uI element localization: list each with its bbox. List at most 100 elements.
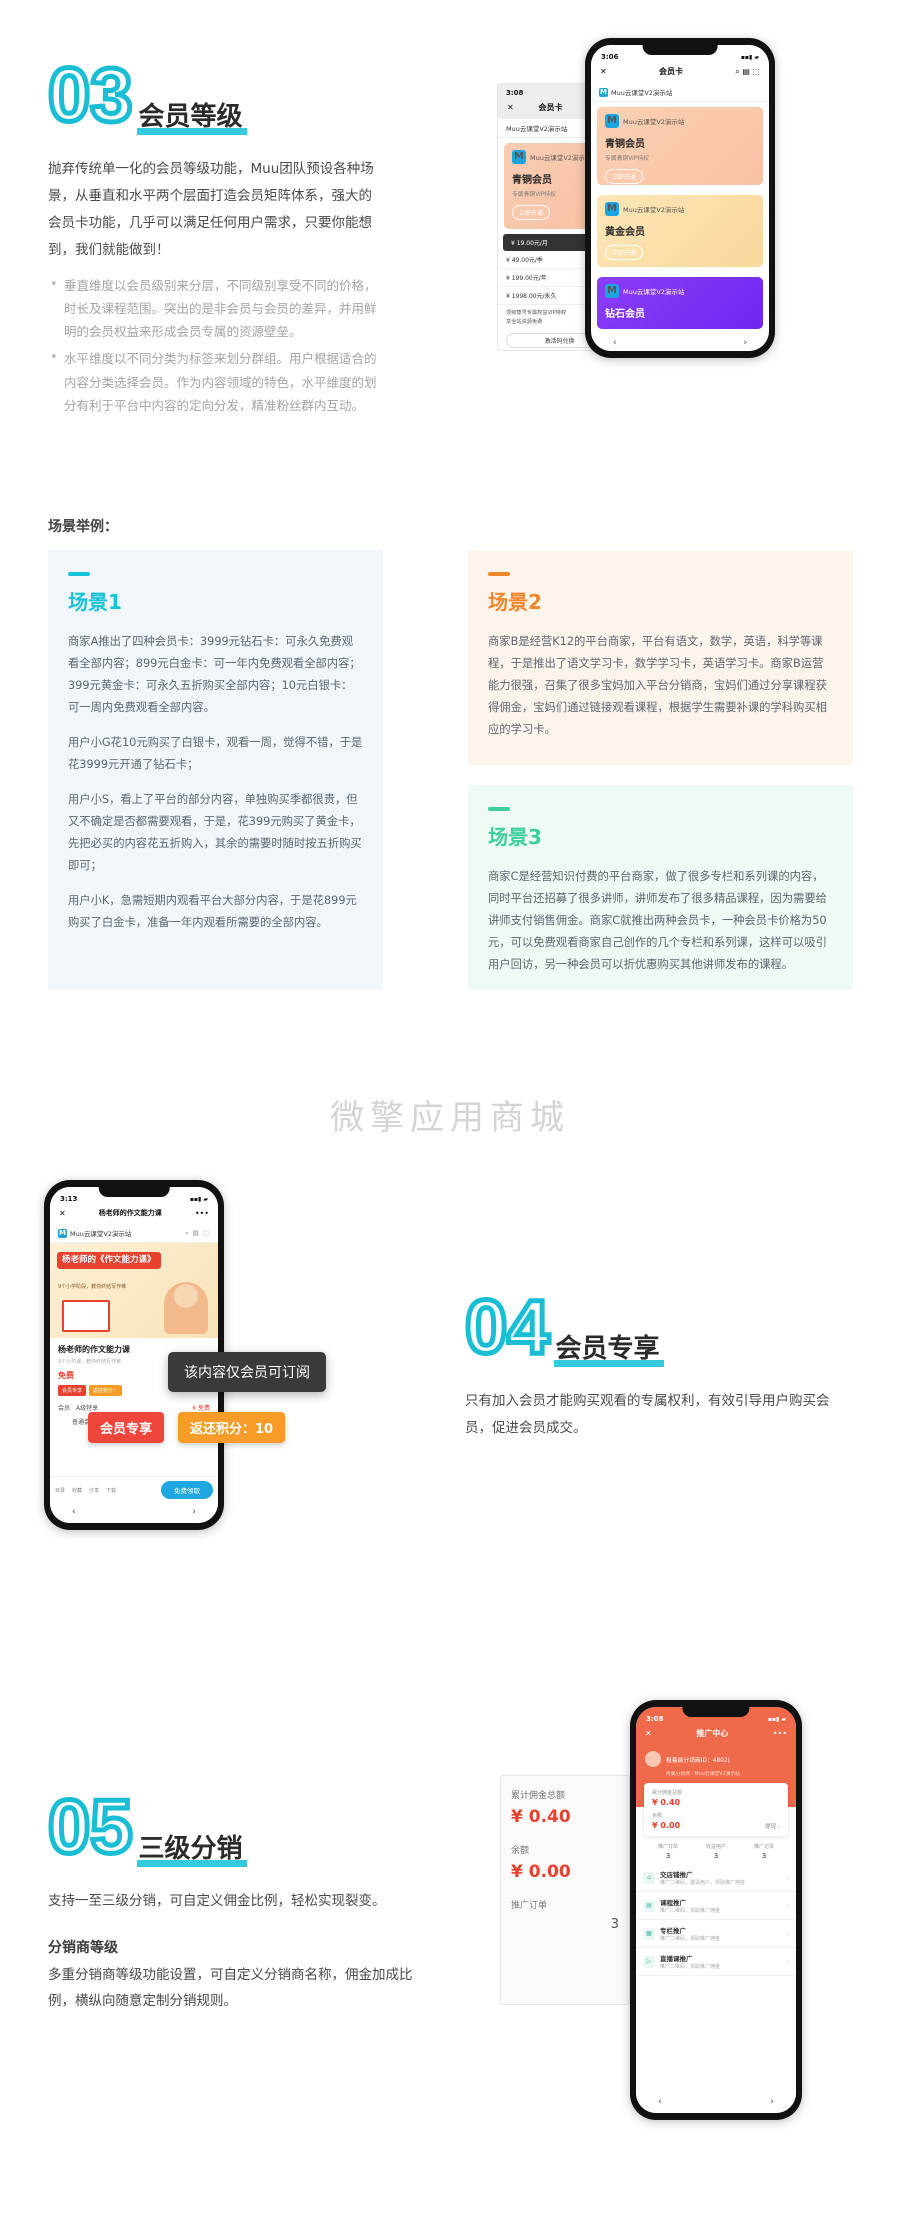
section-03: 03 会员等级 抛弃传统单一化的会员等级功能，Muu团队预设各种场景，从垂直和水… [46, 53, 378, 421]
section-05: 05 三级分销 支持一至三级分销，可自定义佣金比例，轻松实现裂变。 分销商等级 … [46, 1787, 418, 2014]
list-item-text: 交店铺推广 推广二维码，邀请用户，领取推广佣金 [660, 1869, 745, 1886]
tab-catalog[interactable]: 目录 [55, 1487, 65, 1494]
phone-notch [98, 1187, 170, 1197]
store-icon: ⌂ [643, 1871, 655, 1884]
brand-row: M Muu云课堂V2演示站 [605, 202, 755, 216]
forward-chevron-icon[interactable]: › [770, 2097, 774, 2107]
tab-favorite[interactable]: 收藏 [72, 1487, 82, 1494]
stat-value: 3 [713, 1852, 719, 1860]
vip-sub: 专属青铜VIP特权 [605, 156, 649, 162]
column-icon: ▦ [643, 1927, 655, 1940]
bottom-nav[interactable]: ‹ › [50, 1503, 218, 1523]
nav-title: 会员卡 [538, 103, 563, 112]
close-icon[interactable]: ✕ [600, 67, 607, 76]
list-item[interactable]: ▤ 课程推广 推广二维码，领取推广佣金 › [636, 1892, 796, 1920]
tab-share[interactable]: 分享 [89, 1487, 99, 1494]
section-03-heading: 03 会员等级 [46, 53, 378, 138]
stat-records[interactable]: 推广记录 3 [740, 1843, 788, 1860]
list-item: 水平维度以不同分类为标签来划分群组。用户根据适合的内容分类选择会员。作为内容领域… [48, 346, 378, 416]
brand-label: Muu云课堂V2演示站 [623, 118, 685, 126]
status-time: 3:13 [60, 1195, 78, 1203]
list-item-title: 专栏推广 [660, 1927, 686, 1935]
chevron-right-icon: › [786, 1957, 789, 1966]
activate-button[interactable]: 立即开通 [512, 205, 551, 220]
list-item-sub: 推广二维码，领取推广佣金 [660, 1936, 721, 1942]
site-row: M Muu云课堂V2演示站 [591, 83, 769, 102]
claim-button[interactable]: 免费领取 [161, 1481, 213, 1499]
poster-sub: 9个小学阶段，教你终结写作难 [58, 1284, 127, 1290]
vip-level: 黄金会员 [605, 227, 645, 238]
promo-user: 租着能分销商ID：4802) [645, 1751, 787, 1767]
member-row-value: ¥ 免费 [192, 1405, 210, 1412]
list-item[interactable]: ▦ 专栏推广 推广二维码，领取推广佣金 › [636, 1920, 796, 1948]
brand-label: Muu云课堂V2演示站 [530, 154, 592, 162]
stat-users[interactable]: 收益用户 3 [692, 1843, 740, 1860]
list-item-title: 课程推广 [660, 1899, 686, 1907]
course-poster[interactable]: 杨老师的《作文能力课》 9个小学阶段，教你终结写作难 [50, 1243, 218, 1338]
nav-title: 杨老师的作文能力课 [98, 1209, 162, 1217]
section-03-intro: 抛弃传统单一化的会员等级功能，Muu团队预设各种场景，从垂直和水平两个层面打造会… [48, 161, 374, 258]
list-item[interactable]: ▷ 直播课推广 推广二维码，领取推广佣金 › [636, 1948, 796, 1976]
scenario-accent-dash [488, 807, 510, 811]
withdraw-label: 提现 [765, 1824, 777, 1830]
nav-actions[interactable]: ••• [773, 1729, 787, 1738]
nav-bar: ✕ 杨老师的作文能力课 ••• [50, 1205, 218, 1224]
scenario-paragraph: 用户小K，急需短期内观看平台大部分内容，于是花899元购买了白金卡，准备一年内观… [68, 894, 357, 930]
back-chevron-icon[interactable]: ‹ [72, 1507, 76, 1517]
stat-label: 收益用户 [705, 1844, 726, 1850]
close-icon[interactable]: ✕ [507, 103, 514, 112]
forward-chevron-icon[interactable]: › [192, 1507, 196, 1517]
poster-title: 杨老师的《作文能力课》 [57, 1252, 161, 1269]
scenario-paragraph: 商家A推出了四种会员卡：3999元钻石卡：可永久免费观看全部内容；899元白金卡… [68, 635, 361, 715]
panel-balance-label: 余额 [652, 1813, 663, 1819]
list-item-text: 课程推广 推广二维码，领取推广佣金 [660, 1897, 720, 1914]
activate-button[interactable]: 立即开通 [605, 169, 644, 184]
promo-total-label: 累计佣金总额 [511, 1791, 566, 1801]
stat-orders[interactable]: 推广订单 3 [644, 1843, 692, 1860]
back-chevron-icon[interactable]: ‹ [658, 2097, 662, 2107]
phone-screen: 3:06 ▪▪▮ ▰ ✕ 会员卡 ⌕ ▤ ⬚ M Muu云课堂V2演示站 M M… [591, 45, 769, 351]
bottom-nav[interactable]: ‹ › [636, 2093, 796, 2113]
close-icon[interactable]: ✕ [645, 1729, 652, 1738]
muu-logo-icon: M [605, 202, 619, 216]
status-time: 3:08 [506, 89, 524, 97]
scenario-title: 场景2 [488, 590, 542, 614]
member-row-label: 会员 [58, 1405, 71, 1412]
withdraw-button[interactable]: 提现 › [765, 1822, 780, 1830]
vip-card[interactable]: M Muu云课堂V2演示站 青铜会员 专属青铜VIP特权 立即开通 [597, 107, 763, 185]
nav-actions[interactable]: ⌕ ▤ ⬚ [735, 67, 760, 77]
nav-actions-right[interactable]: ⌕ ▤ ⬚ [185, 1229, 210, 1238]
nav-bar: ✕ 会员卡 ⌕ ▤ ⬚ [591, 63, 769, 83]
member-row-name: A级特享 [76, 1405, 99, 1412]
chevron-right-icon: › [786, 1901, 789, 1910]
back-chevron-icon[interactable]: ‹ [613, 338, 617, 348]
nav-actions[interactable]: ••• [195, 1209, 209, 1218]
section-03-number: 03 [46, 53, 136, 138]
scenario-paragraph: 用户小G花10元购买了白银卡，观看一周，觉得不错，于是花3999元开通了钻石卡； [68, 736, 363, 772]
list-item[interactable]: ⌂ 交店铺推广 推广二维码，邀请用户，领取推广佣金 › [636, 1864, 796, 1892]
chevron-right-icon: › [786, 1873, 789, 1882]
promo-balance-label: 余额 [511, 1846, 530, 1856]
live-icon: ▷ [643, 1955, 655, 1968]
vip-card[interactable]: M Muu云课堂V2演示站 钻石会员 [597, 277, 763, 329]
section-04: 04 会员专享 只有加入会员才能购买观看的专属权利，有效引导用户购买会员，促进会… [463, 1287, 855, 1442]
brand-row: M Muu云课堂V2演示站 [605, 114, 755, 128]
action-tabs[interactable]: 目录 收藏 分享 下载 [55, 1487, 116, 1494]
scenario-paragraph: 商家B是经营K12的平台商家，平台有语文，数学，英语，科学等课程，于是推出了语文… [488, 635, 827, 737]
activate-button[interactable]: 立即开通 [605, 245, 644, 260]
watermark: 微擎应用商城 [330, 1098, 570, 1138]
nav-bar: ✕ 推广中心 ••• [636, 1725, 796, 1745]
phone-screen: 3:08 ▪▪▮ ▰ ✕ 推广中心 ••• 租着能分销商ID：4802) 所属分… [636, 1707, 796, 2113]
section-05-title: 三级分销 [136, 1834, 247, 1867]
brand-label: Muu云课堂V2演示站 [623, 206, 685, 214]
forward-chevron-icon[interactable]: › [743, 338, 747, 348]
close-icon[interactable]: ✕ [59, 1209, 66, 1218]
bottom-nav[interactable]: ‹ › [591, 334, 769, 351]
list-item-title: 直播课推广 [660, 1955, 693, 1963]
promo-orders-label: 推广订单 [511, 1901, 548, 1911]
tag-points-value: 10 [255, 1422, 274, 1437]
vip-card[interactable]: M Muu云课堂V2演示站 黄金会员 立即开通 [597, 195, 763, 267]
tab-download[interactable]: 下载 [106, 1487, 116, 1494]
promo-total-value: ¥ 0.40 [511, 1807, 571, 1827]
section-03-bullet-list: 垂直维度以会员级别来分层，不同级别享受不同的价格，时长及课程范围。突出的是非会员… [48, 273, 378, 417]
